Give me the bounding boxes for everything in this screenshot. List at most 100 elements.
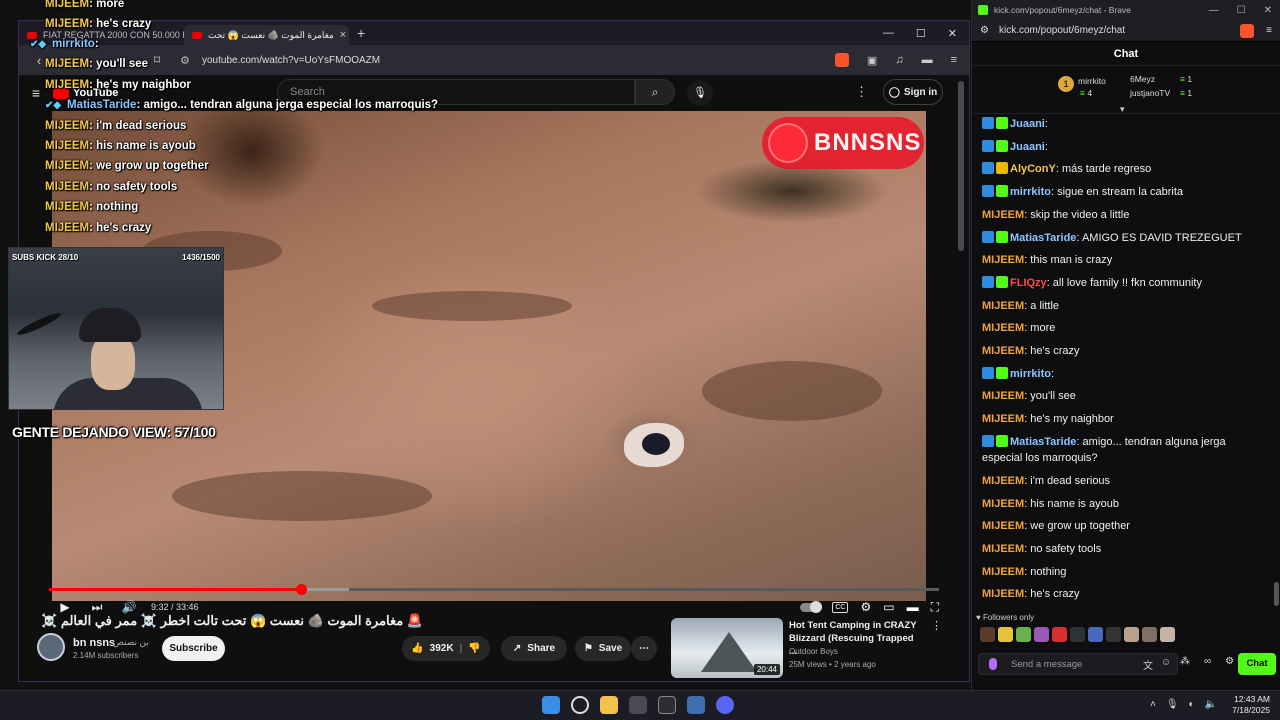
- chat-username[interactable]: Juaani: [1010, 118, 1045, 130]
- chat-url[interactable]: kick.com/popout/6meyz/chat: [999, 25, 1125, 36]
- gifter-name[interactable]: mirrkito: [1078, 76, 1106, 86]
- emote-icon[interactable]: [980, 627, 995, 642]
- like-dislike-button[interactable]: 👍 392K | 👎: [402, 636, 490, 661]
- close-window-button[interactable]: ✕: [1264, 5, 1272, 16]
- close-window-button[interactable]: ✕: [948, 27, 957, 40]
- emoji-icon[interactable]: ☺: [1161, 657, 1171, 668]
- chat-username[interactable]: MIJEEM: [982, 345, 1024, 357]
- recommended-thumbnail[interactable]: 20:44: [671, 618, 783, 678]
- minimize-button[interactable]: —: [1209, 5, 1219, 16]
- extensions-icon[interactable]: ⁂: [1180, 656, 1190, 667]
- emote-icon[interactable]: [1142, 627, 1157, 642]
- share-button[interactable]: ↗ Share: [501, 636, 567, 661]
- emote-icon[interactable]: [1052, 627, 1067, 642]
- store-icon[interactable]: [629, 696, 647, 714]
- play-icon[interactable]: ▶: [49, 600, 81, 614]
- more-actions-button[interactable]: ⋯: [631, 636, 657, 661]
- chevron-up-icon[interactable]: ˄: [1150, 699, 1156, 710]
- chat-username[interactable]: MIJEEM: [982, 322, 1024, 334]
- tab-video-active[interactable]: مغامرة الموت 🪨 نعست 😱 تحت ×: [184, 25, 349, 45]
- subscribe-button[interactable]: Subscribe: [162, 636, 225, 661]
- chat-settings-icon[interactable]: ⚙: [1225, 656, 1234, 667]
- chat-username[interactable]: MIJEEM: [982, 498, 1024, 510]
- chat-scrollbar[interactable]: [1272, 116, 1280, 606]
- autoplay-toggle[interactable]: [800, 600, 823, 613]
- file-explorer-icon[interactable]: [600, 696, 618, 714]
- sidebar-icon[interactable]: ▣: [867, 54, 877, 67]
- chat-username[interactable]: MIJEEM: [982, 566, 1024, 578]
- recommended-channel[interactable]: Outdoor Boys: [789, 647, 838, 656]
- recommended-more-icon[interactable]: ⋮: [931, 619, 942, 632]
- microphone-icon[interactable]: [989, 658, 997, 670]
- gifter-name[interactable]: justjanoTV: [1130, 88, 1170, 98]
- chat-username[interactable]: AlyConY: [1010, 163, 1056, 175]
- translate-icon[interactable]: 文: [1143, 657, 1153, 672]
- volume-icon[interactable]: 🔊: [113, 600, 145, 614]
- chat-username[interactable]: mirrkito: [1010, 186, 1051, 198]
- url-field[interactable]: youtube.com/watch?v=UoYsFMOOAZM: [202, 55, 835, 66]
- progress-bar[interactable]: [49, 584, 939, 595]
- chat-username[interactable]: MatiasTaride: [1010, 436, 1076, 448]
- music-icon[interactable]: ♫: [895, 54, 903, 66]
- chat-scrollbar-thumb[interactable]: [1274, 582, 1279, 606]
- new-tab-button[interactable]: +: [357, 25, 365, 41]
- sign-in-button[interactable]: ◯ Sign in: [883, 79, 943, 105]
- pinned-expand-icon[interactable]: ▾: [1120, 104, 1125, 115]
- theater-mode-icon[interactable]: ▬: [907, 600, 919, 614]
- chat-username[interactable]: FLIQzy: [1010, 277, 1047, 289]
- scrollbar-thumb[interactable]: [958, 81, 964, 251]
- menu-icon[interactable]: ≡: [1266, 25, 1272, 36]
- maximize-button[interactable]: ☐: [916, 27, 926, 40]
- save-button[interactable]: ⚑ Save: [575, 636, 631, 661]
- page-scrollbar[interactable]: [957, 81, 965, 671]
- chat-username[interactable]: MIJEEM: [982, 413, 1024, 425]
- search-icon[interactable]: ⌕: [635, 79, 675, 105]
- emote-icon[interactable]: [1016, 627, 1031, 642]
- wallet-icon[interactable]: ▬: [922, 54, 933, 66]
- chat-username[interactable]: mirrkito: [1010, 368, 1051, 380]
- minimize-button[interactable]: —: [883, 27, 894, 40]
- network-icon[interactable]: ◐: [1189, 699, 1195, 710]
- system-clock[interactable]: 12:43 AM 7/18/2025: [1232, 694, 1270, 716]
- brave-shields-icon[interactable]: [1240, 23, 1255, 38]
- chat-username[interactable]: MIJEEM: [982, 300, 1024, 312]
- emote-icon[interactable]: [998, 627, 1013, 642]
- chat-username[interactable]: MIJEEM: [982, 543, 1024, 555]
- site-settings-icon[interactable]: ⚙: [980, 25, 989, 36]
- chat-username[interactable]: MIJEEM: [982, 390, 1024, 402]
- brave-shields-icon[interactable]: [834, 53, 849, 67]
- fullscreen-icon[interactable]: ⛶: [931, 600, 939, 615]
- more-options-icon[interactable]: ⋮: [855, 84, 868, 100]
- search-icon[interactable]: [571, 696, 589, 714]
- channel-avatar[interactable]: [37, 633, 65, 661]
- scrubber-handle[interactable]: [295, 584, 307, 595]
- tab-close-icon[interactable]: ×: [340, 29, 346, 41]
- bookmark-icon[interactable]: ⌑: [154, 53, 172, 67]
- menu-icon[interactable]: ≡: [951, 54, 957, 66]
- chat-username[interactable]: MIJEEM: [982, 209, 1024, 221]
- chat-username[interactable]: Juaani: [1010, 141, 1045, 153]
- volume-icon[interactable]: 🔈: [1205, 699, 1217, 710]
- emote-icon[interactable]: [1070, 627, 1085, 642]
- thumbs-down-icon[interactable]: 👎: [468, 643, 480, 654]
- gifter-name[interactable]: 6Meyz: [1130, 74, 1155, 84]
- emote-icon[interactable]: [1160, 627, 1175, 642]
- chat-username[interactable]: MIJEEM: [982, 520, 1024, 532]
- site-settings-icon[interactable]: ⚙: [180, 54, 198, 67]
- emote-icon[interactable]: [1034, 627, 1049, 642]
- chat-username[interactable]: MatiasTaride: [1010, 232, 1076, 244]
- microphone-icon[interactable]: 🎙: [687, 80, 713, 106]
- app-icon[interactable]: [687, 696, 705, 714]
- infinity-icon[interactable]: ∞: [1204, 656, 1211, 667]
- captions-icon[interactable]: CC: [832, 601, 849, 613]
- chat-message-list[interactable]: Juaani: Juaani: AlyConY: más tarde regreso…: [972, 116, 1272, 610]
- chat-message-input[interactable]: Send a message 文 ☺: [978, 653, 1178, 675]
- channel-name[interactable]: bn nsns: [73, 637, 115, 649]
- emote-icon[interactable]: [1088, 627, 1103, 642]
- send-chat-button[interactable]: Chat: [1238, 653, 1276, 675]
- chat-username[interactable]: MIJEEM: [982, 254, 1024, 266]
- emote-icon[interactable]: [1124, 627, 1139, 642]
- chat-username[interactable]: MIJEEM: [982, 475, 1024, 487]
- emote-icon[interactable]: [1106, 627, 1121, 642]
- chatgpt-icon[interactable]: [658, 696, 676, 714]
